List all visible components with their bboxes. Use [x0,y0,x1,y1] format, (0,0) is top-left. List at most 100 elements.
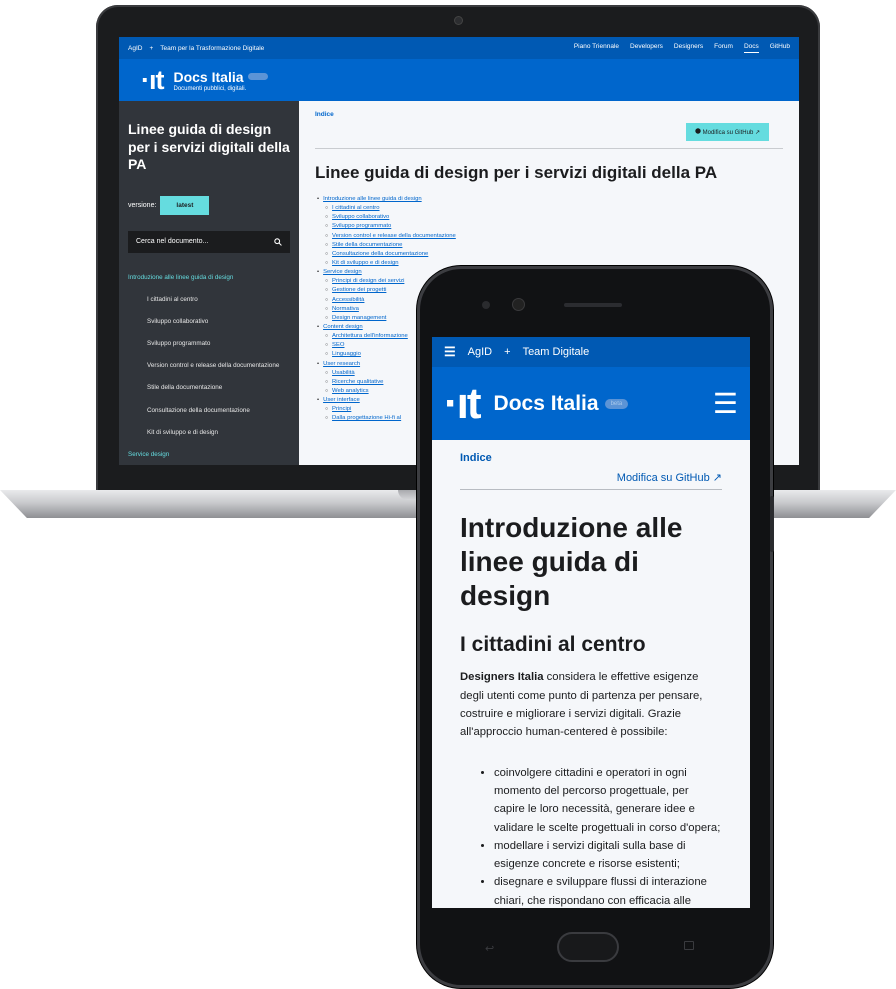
it-logo[interactable]: ·ıt [444,381,482,426]
topbar-team[interactable]: Team Digitale [523,346,590,358]
sidebar-item[interactable]: Stile della documentazione [128,377,290,399]
sidebar-item[interactable]: Introduzione alle linee guida di design [128,267,290,289]
phone-camera [513,299,524,310]
sidebar-item[interactable]: Sviluppo collaborativo [128,311,290,333]
phone-sensor [482,301,490,309]
topbar-left-link: + [149,44,154,52]
edit-github-link[interactable]: Modifica su GitHub ↗ [460,471,722,484]
topbar-link[interactable]: Piano Triennale [574,43,619,53]
toc-link[interactable]: Sviluppo programmato [332,223,391,229]
phone-content: Indice Modifica su GitHub ↗ Introduzione… [432,440,750,908]
toc-link[interactable]: Principi di design dei servizi [332,278,404,284]
divider [460,489,722,490]
toc-link[interactable]: Sviluppo collaborativo [332,214,389,220]
topbar-right-links: Piano Triennale Developers Designers Forum D… [574,43,790,53]
toc-link[interactable]: Introduzione alle linee guida di design [323,196,422,202]
topbar-left-link[interactable]: AgID [128,45,142,52]
toc-link[interactable]: Principi [332,406,351,412]
sidebar-item[interactable]: Version control e release della document… [128,355,290,377]
sidebar-item[interactable]: Consultazione della documentazione [128,400,290,422]
toc-link[interactable]: SEO [332,342,344,348]
toc-item: Consultazione della documentazione [315,250,783,259]
sidebar-title[interactable]: Linee guida di design per i servizi digi… [128,121,290,174]
sidebar: Linee guida di design per i servizi digi… [119,101,299,465]
sidebar-nav: Introduzione alle linee guida di design I… [128,267,290,466]
beta-badge: beta [247,73,268,80]
topbar-left-links: AgID + Team per la Trasformazione Digitale [128,45,574,52]
it-logo[interactable]: ·ıt [141,66,165,94]
toc-item: Version control e release della document… [315,232,783,241]
list-item: disegnare e sviluppare flussi di interaz… [494,873,722,908]
toc-link[interactable]: Normativa [332,306,359,312]
search-placeholder: Cerca nel documento... [136,238,209,245]
home-button[interactable] [557,932,619,962]
toc-link[interactable]: Web analytics [332,388,369,394]
version-label: versione: [128,201,157,209]
topbar-link[interactable]: Docs [743,43,759,53]
toc-link[interactable]: Content design [323,324,363,330]
toc-link[interactable]: Consultazione della documentazione [332,251,428,257]
topbar-plus: + [504,346,511,358]
phone-header: ·ıt Docs Italia beta ☰ [432,367,750,440]
edit-github-button[interactable]: Modifica su GitHub ↗ [685,123,769,141]
external-link-icon: ↗ [754,130,760,136]
brand-subtitle: Documenti pubblici, digitali. [173,85,247,92]
breadcrumb-indice[interactable]: Indice [315,111,783,118]
page-title: Linee guida di design per i servizi digi… [315,163,718,182]
toc-link[interactable]: User research [323,361,360,367]
edit-github-label: Modifica su GitHub [616,472,710,484]
phone-side-button [770,496,774,552]
topbar-left-link[interactable]: Team per la Trasformazione Digitale [160,45,264,52]
phone-topbar: ☰ AgID + Team Digitale [432,337,750,367]
intro-bold: Designers Italia [460,671,544,684]
topbar-agid[interactable]: AgID [468,346,492,358]
toc-link[interactable]: User interface [323,397,360,403]
hamburger-menu-icon[interactable]: ☰ [713,389,738,418]
divider [315,148,783,149]
topbar-link[interactable]: Forum [714,43,733,53]
section-title: I cittadini al centro [460,633,646,657]
toc-link[interactable]: I cittadini al centro [332,205,379,211]
topbar-menu-icon[interactable]: ☰ [444,344,456,360]
toc-link[interactable]: Usabilità [332,370,355,376]
toc-link[interactable]: Accessibilità [332,297,364,303]
toc-item: Sviluppo collaborativo [315,213,783,222]
toc-link[interactable]: Stile della documentazione [332,242,402,248]
search-icon[interactable] [274,237,282,246]
toc-link[interactable]: Service design [323,269,362,275]
phone-speaker [564,303,622,307]
toc-link[interactable]: Design management [332,315,386,321]
back-icon[interactable]: ↩ [485,942,494,955]
sidebar-item[interactable]: Service design [128,444,290,465]
toc-link[interactable]: Version control e release della document… [332,233,456,239]
sidebar-item[interactable]: Kit di sviluppo e di design [128,422,290,444]
version-button[interactable]: latest [160,195,210,215]
sidebar-item[interactable]: I cittadini al centro [128,289,290,311]
toc-link[interactable]: Gestione dei progetti [332,287,386,293]
toc-item: Introduzione alle linee guida di design [315,195,783,204]
laptop-header: ·ıt Docs Italia beta Documenti pubblici,… [119,59,799,101]
brand-title[interactable]: Docs Italia [494,392,599,416]
brand-title[interactable]: Docs Italia [173,69,243,85]
recent-apps-icon[interactable] [684,941,694,950]
toc-link[interactable]: Architettura dell'informazione [332,333,408,339]
toc-item: Sviluppo programmato [315,222,783,231]
beta-badge: beta [604,398,629,409]
topbar-link[interactable]: Developers [630,43,663,53]
phone-screen: ☰ AgID + Team Digitale ·ıt Docs Italia b… [432,337,750,908]
toc-link[interactable]: Dalla progettazione Hi-fi al [332,415,401,421]
list-item: modellare i servizi digitali sulla base … [494,837,722,874]
version-selector: versione: latest [128,195,290,215]
breadcrumb-indice[interactable]: Indice [460,452,722,464]
benefits-list: coinvolgere cittadini e operatori in ogn… [460,764,722,908]
toc-link[interactable]: Ricerche qualitative [332,379,383,385]
search-input[interactable]: Cerca nel documento... [128,230,290,253]
topbar-link[interactable]: Designers [674,43,703,53]
topbar-link[interactable]: GitHub [770,43,790,53]
laptop-topbar: AgID + Team per la Trasformazione Digitale… [119,37,799,59]
toc-link[interactable]: Kit di sviluppo e di design [332,260,398,266]
sidebar-item[interactable]: Sviluppo programmato [128,333,290,355]
list-item: coinvolgere cittadini e operatori in ogn… [494,764,722,837]
toc-link[interactable]: Linguaggio [332,351,361,357]
toc-item: Stile della documentazione [315,241,783,250]
